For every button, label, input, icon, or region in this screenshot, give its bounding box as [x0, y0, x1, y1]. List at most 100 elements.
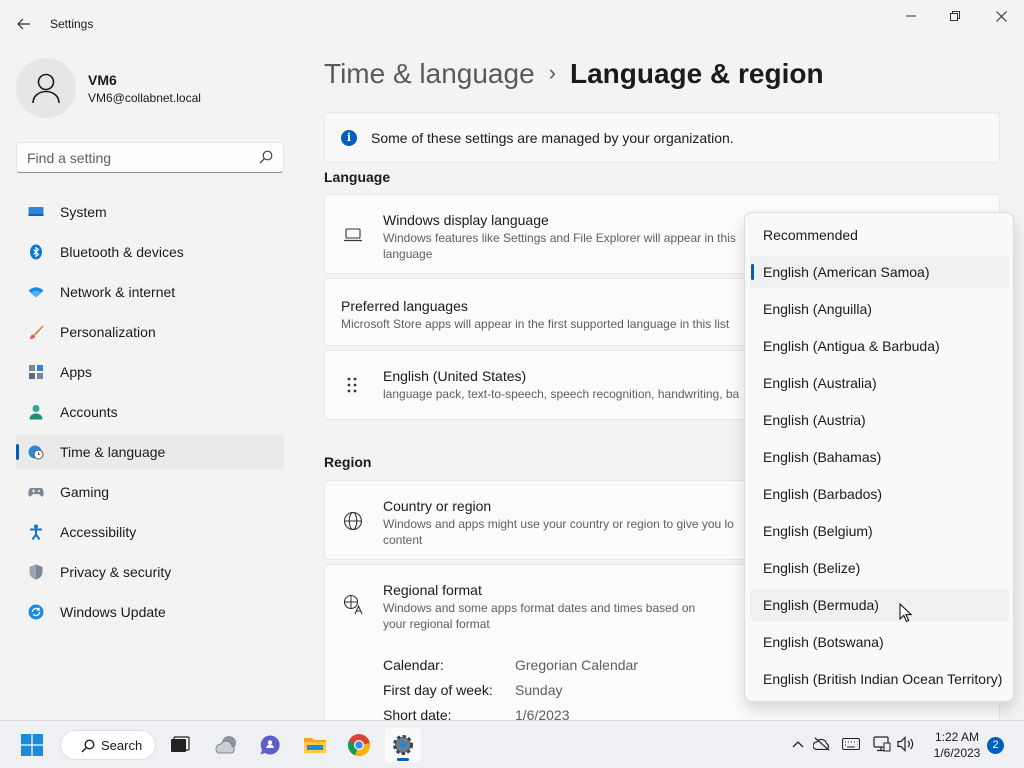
sidebar-item-bluetooth[interactable]: Bluetooth & devices: [16, 234, 284, 270]
shield-icon: [29, 564, 43, 580]
dropdown-option[interactable]: English (Australia): [750, 367, 1009, 399]
taskbar-search-button[interactable]: Search: [60, 730, 156, 760]
format-detail-row: Calendar: Gregorian Calendar: [383, 657, 638, 673]
taskbar-clock[interactable]: 1:22 AM 1/6/2023: [928, 729, 986, 761]
chrome-button[interactable]: [341, 728, 377, 762]
taskbar: Search 1:22 AM 1/6/2023 2: [0, 720, 1024, 768]
page-title: Language & region: [569, 58, 824, 89]
start-button[interactable]: [14, 728, 50, 762]
cloud-offline-icon: [813, 737, 830, 751]
teams-chat-icon: [260, 735, 280, 755]
show-hidden-icons-button[interactable]: [789, 735, 807, 753]
sidebar-item-time-language[interactable]: Time & language: [16, 434, 284, 470]
user-profile[interactable]: VM6 VM6@collabnet.local: [16, 58, 201, 118]
sidebar-item-windows-update[interactable]: Windows Update: [16, 594, 284, 630]
windows-logo-icon: [21, 734, 43, 756]
format-detail-value: Gregorian Calendar: [515, 657, 638, 673]
language-format-icon: [343, 594, 363, 615]
dropdown-option[interactable]: English (Belize): [750, 552, 1009, 584]
card-title: Regional format: [383, 582, 482, 598]
task-view-button[interactable]: [162, 728, 198, 762]
file-explorer-button[interactable]: [297, 728, 333, 762]
dropdown-option[interactable]: English (British Indian Ocean Territory): [750, 663, 1009, 695]
format-detail-value: Sunday: [515, 682, 563, 698]
keyboard-icon: [842, 738, 860, 750]
dropdown-option[interactable]: English (Antigua & Barbuda): [750, 330, 1009, 362]
sidebar-item-label: Privacy & security: [60, 564, 172, 580]
dropdown-option[interactable]: English (Anguilla): [750, 293, 1009, 325]
taskbar-search-label: Search: [101, 738, 143, 753]
dropdown-option-label: English (Bermuda): [763, 597, 879, 613]
settings-taskbar-button[interactable]: [385, 728, 421, 762]
notification-badge[interactable]: 2: [987, 737, 1004, 754]
update-icon: [28, 604, 44, 620]
sidebar-item-system[interactable]: System: [16, 194, 284, 230]
keyboard-tray-button[interactable]: [842, 735, 860, 753]
card-title: Preferred languages: [341, 298, 468, 314]
close-button[interactable]: [978, 0, 1024, 32]
dropdown-option-label: English (Bahamas): [763, 449, 882, 465]
dropdown-option-label: English (Barbados): [763, 486, 883, 502]
search-placeholder: Find a setting: [27, 150, 112, 166]
breadcrumb-parent[interactable]: Time & language: [324, 58, 535, 89]
format-detail-key: First day of week:: [383, 682, 493, 698]
sidebar-item-gaming[interactable]: Gaming: [16, 474, 284, 510]
active-app-indicator: [397, 758, 409, 761]
dropdown-option-label: English (Belize): [763, 560, 861, 576]
globe-clock-icon: [28, 445, 44, 460]
dropdown-option[interactable]: English (Bermuda): [750, 589, 1009, 621]
sidebar-item-accounts[interactable]: Accounts: [16, 394, 284, 430]
dropdown-option-label: English (Austria): [763, 412, 866, 428]
chat-button[interactable]: [252, 728, 288, 762]
avatar: [16, 58, 76, 118]
drag-handle-icon[interactable]: [347, 377, 357, 393]
sidebar-item-network[interactable]: Network & internet: [16, 274, 284, 310]
network-tray-button[interactable]: [873, 735, 891, 753]
dropdown-option-label: English (Botswana): [763, 634, 884, 650]
back-button[interactable]: [10, 10, 38, 38]
sidebar-item-label: Time & language: [60, 444, 166, 460]
dropdown-option[interactable]: English (Bahamas): [750, 441, 1009, 473]
dropdown-option-label: English (Anguilla): [763, 301, 872, 317]
back-arrow-icon: [17, 18, 30, 30]
close-icon: [995, 10, 1007, 22]
dropdown-option[interactable]: English (Barbados): [750, 478, 1009, 510]
country-dropdown-list[interactable]: Recommended English (American Samoa) Eng…: [744, 212, 1014, 702]
dropdown-option[interactable]: English (Botswana): [750, 626, 1009, 658]
search-input[interactable]: Find a setting: [16, 142, 284, 173]
volume-tray-button[interactable]: [897, 735, 915, 753]
dropdown-option[interactable]: English (Belgium): [750, 515, 1009, 547]
chevron-up-icon: [792, 741, 804, 748]
apps-icon: [29, 365, 43, 379]
app-title: Settings: [50, 17, 94, 31]
sidebar-item-label: Bluetooth & devices: [60, 244, 184, 260]
task-view-icon: [171, 736, 190, 752]
format-detail-key: Calendar:: [383, 657, 444, 673]
dropdown-option[interactable]: English (American Samoa): [750, 256, 1009, 288]
chrome-icon: [348, 734, 371, 757]
brush-icon: [30, 325, 44, 339]
accessibility-icon: [30, 524, 42, 540]
sidebar-item-personalization[interactable]: Personalization: [16, 314, 284, 350]
maximize-button[interactable]: [932, 0, 978, 32]
sidebar-item-label: Personalization: [60, 324, 156, 340]
sidebar-item-label: Accounts: [60, 404, 118, 420]
dropdown-option[interactable]: English (Austria): [750, 404, 1009, 436]
onedrive-tray-button[interactable]: [813, 735, 831, 753]
clock-date: 1/6/2023: [933, 746, 981, 760]
sidebar-item-privacy[interactable]: Privacy & security: [16, 554, 284, 590]
user-email: VM6@collabnet.local: [88, 91, 201, 105]
sidebar-item-apps[interactable]: Apps: [16, 354, 284, 390]
person-icon: [32, 73, 60, 104]
sidebar-item-accessibility[interactable]: Accessibility: [16, 514, 284, 550]
card-description: language pack, text-to-speech, speech re…: [383, 387, 740, 401]
search-icon: [259, 150, 273, 164]
minimize-button[interactable]: [888, 0, 934, 32]
managed-info-bar: i Some of these settings are managed by …: [324, 112, 1000, 163]
network-icon: [873, 736, 891, 752]
info-icon: i: [341, 130, 357, 146]
clock-time: 1:22 AM: [934, 730, 980, 744]
widgets-button[interactable]: [209, 728, 245, 762]
person-icon: [29, 405, 43, 420]
info-text: Some of these settings are managed by yo…: [371, 130, 734, 146]
